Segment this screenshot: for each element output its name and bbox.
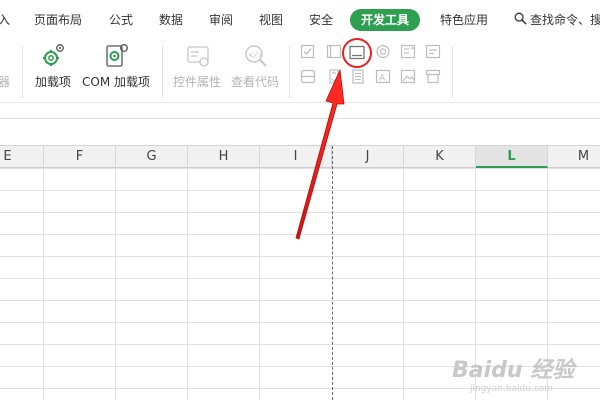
menu-item-view[interactable]: 视图 — [259, 12, 283, 28]
image-control-icon[interactable] — [400, 69, 416, 84]
menu-item-page-layout[interactable]: 页面布局 — [34, 12, 82, 28]
svg-text:A: A — [379, 74, 386, 84]
groupbox-control-icon[interactable] — [326, 44, 342, 59]
combo-box-control-icon[interactable] — [425, 44, 441, 59]
control-properties-icon[interactable] — [185, 43, 211, 69]
ribbon-separator — [162, 46, 163, 98]
column-header-k[interactable]: K — [404, 146, 476, 168]
other-controls-icon[interactable] — [425, 69, 441, 84]
menu-item-review[interactable]: 审阅 — [209, 12, 233, 28]
com-addins-button[interactable]: COM 加载项 — [82, 73, 150, 90]
search-icon[interactable] — [514, 12, 527, 25]
addins-button[interactable]: 加载项 — [35, 73, 71, 90]
page-break-line — [332, 146, 333, 400]
column-header-g[interactable]: G — [116, 146, 188, 168]
column-header-j[interactable]: J — [332, 146, 404, 168]
column-header-h[interactable]: H — [188, 146, 260, 168]
control-properties-button[interactable]: 控件属性 — [173, 73, 221, 90]
view-code-button[interactable]: 查看代码 — [231, 73, 279, 90]
spinner-control-icon[interactable] — [326, 69, 342, 84]
baidu-watermark-url: jingyan.baidu.com — [470, 384, 554, 394]
checkbox-control-icon[interactable] — [300, 44, 316, 59]
menu-item-data[interactable]: 数据 — [159, 12, 183, 28]
column-header-row: E F G H I J K L M — [0, 146, 600, 168]
column-header-e[interactable]: E — [0, 146, 44, 168]
formula-bar[interactable] — [0, 118, 600, 146]
textbox-control-icon[interactable]: A — [375, 69, 391, 84]
ribbon-separator — [22, 46, 23, 98]
scrollbar-control-icon[interactable] — [300, 69, 316, 84]
ribbon-separator — [289, 46, 290, 98]
option-button-control-icon[interactable] — [375, 44, 391, 59]
view-code-icon[interactable]: </> — [243, 43, 269, 69]
svg-text:</>: </> — [249, 51, 264, 60]
column-header-i[interactable]: I — [260, 146, 332, 168]
ribbon-cut-label: 器 — [0, 75, 11, 89]
addins-gear-icon[interactable] — [40, 43, 66, 69]
menu-item-insert[interactable]: 入 — [0, 12, 10, 28]
listbox-control-icon[interactable] — [350, 69, 366, 84]
search-command-field[interactable]: 查找命令、搜 — [530, 12, 600, 28]
menu-item-security[interactable]: 安全 — [309, 12, 333, 28]
spin-list-control-icon[interactable] — [400, 44, 416, 59]
column-header-m[interactable]: M — [548, 146, 600, 168]
baidu-watermark: Baidu 经验 — [452, 358, 575, 383]
ribbon-separator — [452, 46, 453, 98]
column-header-l[interactable]: L — [476, 146, 548, 168]
spreadsheet-window: 入 页面布局 公式 数据 审阅 视图 安全 开发工具 特色应用 查找命令、搜 器 — [0, 0, 600, 400]
annotation-highlight-circle — [342, 38, 372, 68]
menu-item-featured[interactable]: 特色应用 — [440, 12, 488, 28]
menu-bar: 入 页面布局 公式 数据 审阅 视图 安全 开发工具 特色应用 查找命令、搜 — [0, 0, 600, 40]
com-addins-icon[interactable] — [104, 43, 130, 69]
ribbon-bottom-space — [0, 102, 600, 118]
column-header-f[interactable]: F — [44, 146, 116, 168]
menu-item-formulas[interactable]: 公式 — [109, 12, 133, 28]
menu-item-developer[interactable]: 开发工具 — [350, 9, 421, 31]
developer-ribbon: 器 加载项 COM 加载项 控件属性 </> 查看代码 A — [0, 40, 600, 102]
